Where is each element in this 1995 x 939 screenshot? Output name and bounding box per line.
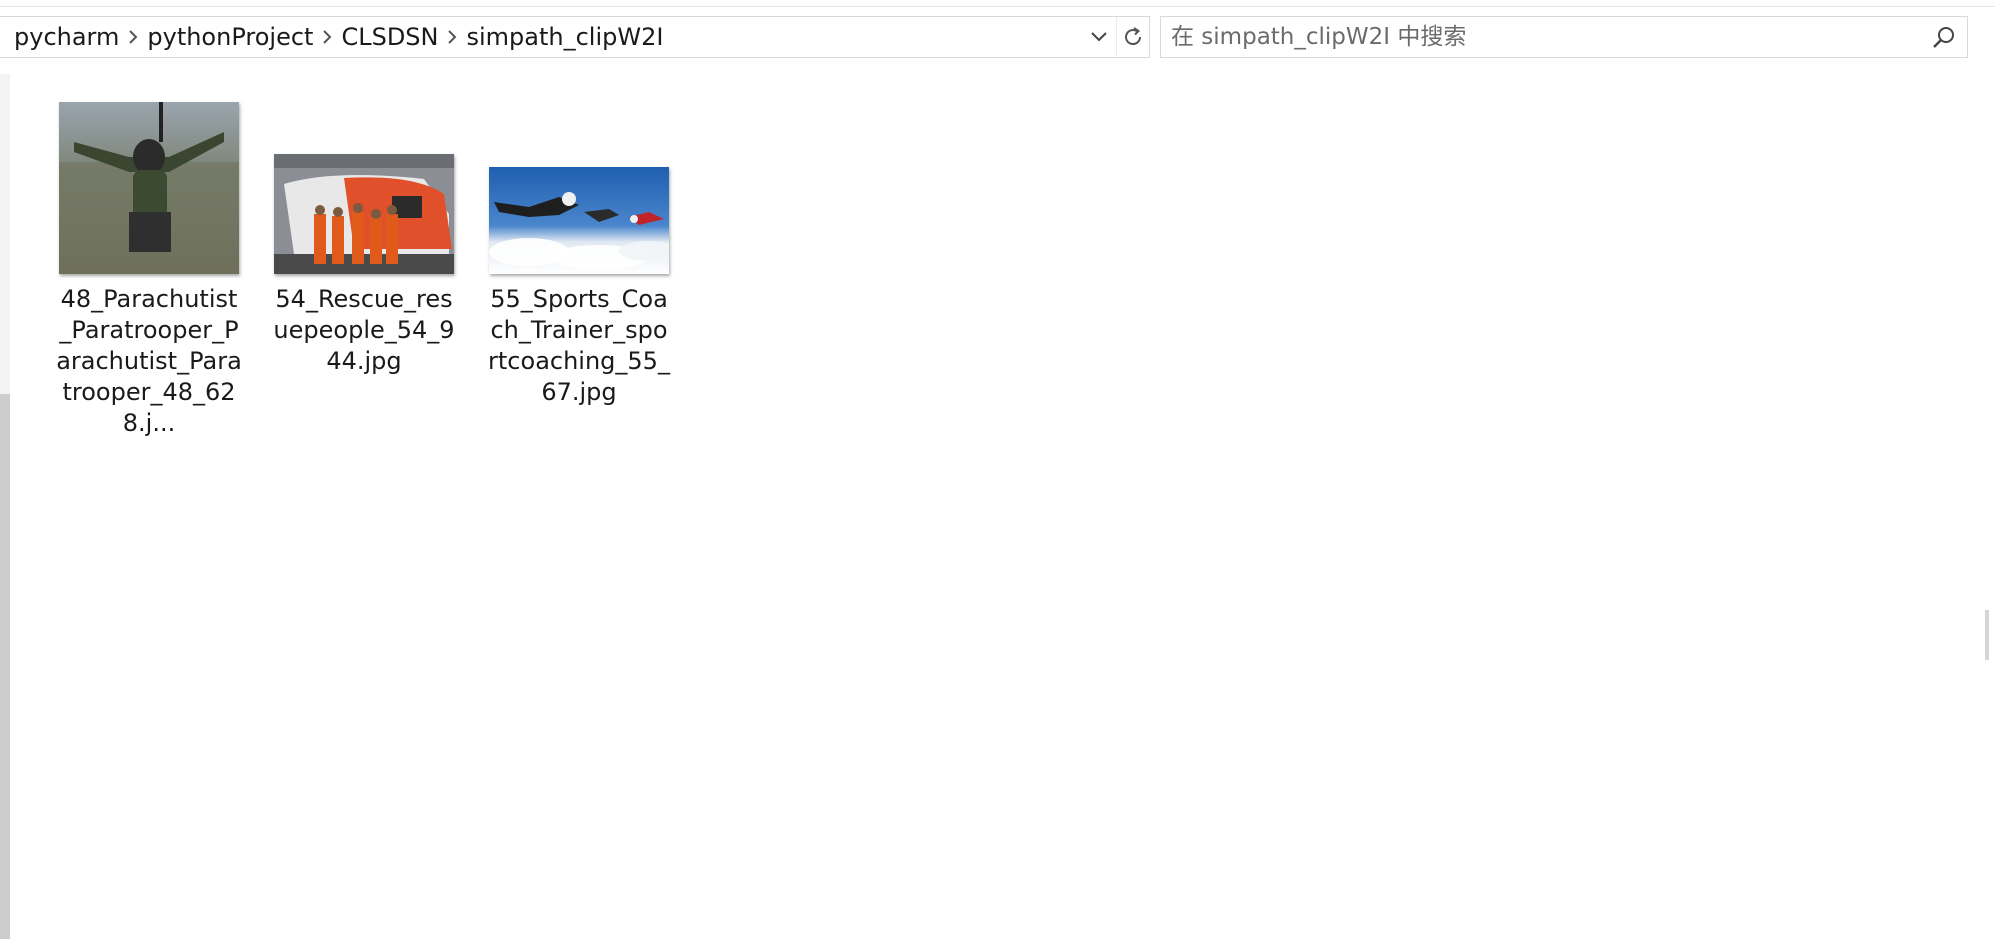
breadcrumb-item-simpath-clipw2i[interactable]: simpath_clipW2I <box>466 23 663 51</box>
chevron-down-icon[interactable] <box>1084 17 1114 57</box>
rescue-helicopter-photo[interactable] <box>274 154 454 274</box>
breadcrumb-item-pycharm[interactable]: pycharm <box>14 23 119 51</box>
breadcrumb: pycharm pythonProject CLSDSN simpath_cli… <box>14 17 663 57</box>
file-name[interactable]: 48_Parachutist_Paratrooper_Parachutist_P… <box>56 284 242 439</box>
chevron-right-icon[interactable] <box>438 17 466 57</box>
breadcrumb-item-pythonproject[interactable]: pythonProject <box>147 23 313 51</box>
search-box[interactable] <box>1160 16 1968 58</box>
search-input[interactable] <box>1171 20 1871 54</box>
chevron-right-icon[interactable] <box>119 17 147 57</box>
parachutist-photo[interactable] <box>59 102 239 274</box>
window-top-edge <box>0 0 1995 7</box>
breadcrumb-item-clsdsn[interactable]: CLSDSN <box>341 23 438 51</box>
skydivers-photo[interactable] <box>489 167 669 274</box>
file-name[interactable]: 54_Rescue_resuepeople_54_944.jpg <box>271 284 457 377</box>
address-bar[interactable]: pycharm pythonProject CLSDSN simpath_cli… <box>0 16 1150 58</box>
search-icon[interactable] <box>1931 25 1957 51</box>
file-name[interactable]: 55_Sports_Coach_Trainer_sportcoaching_55… <box>486 284 672 408</box>
chevron-right-icon[interactable] <box>313 17 341 57</box>
refresh-icon[interactable] <box>1116 17 1149 57</box>
file-list: 48_Parachutist_Paratrooper_Parachutist_P… <box>0 64 1995 939</box>
